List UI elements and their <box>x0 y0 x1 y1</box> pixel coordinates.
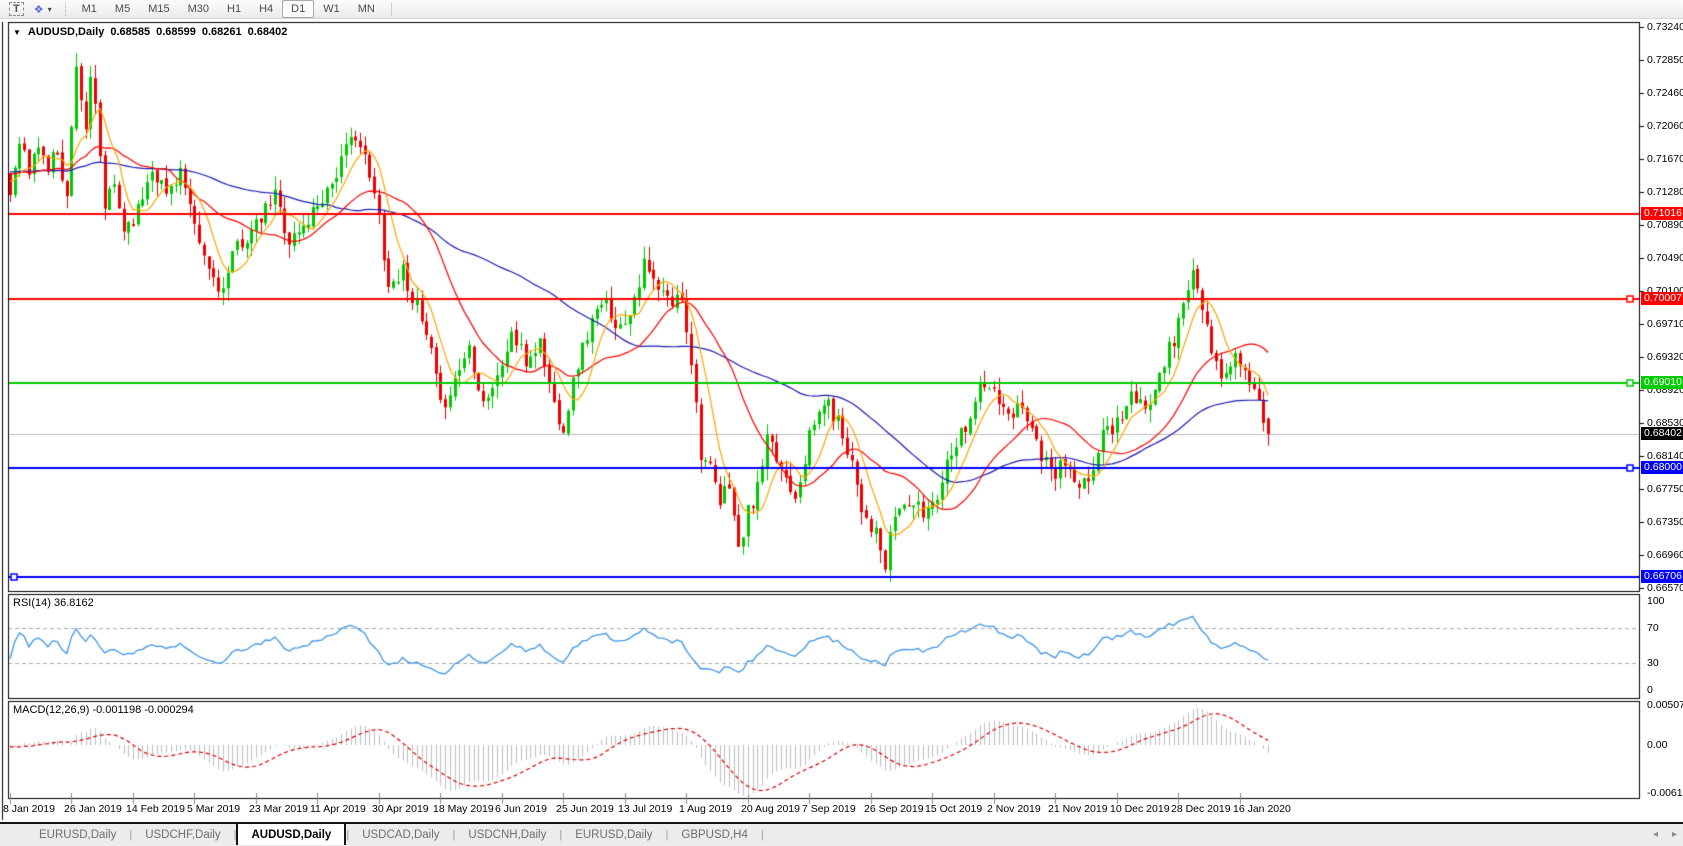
chart-tab-gbpusd-h4[interactable]: GBPUSD,H4 <box>668 826 760 845</box>
chart-tab-usdchf-daily[interactable]: USDCHF,Daily <box>132 826 233 845</box>
text-tool-icon[interactable]: T <box>9 2 24 16</box>
chart-tab-eurusd-daily[interactable]: EURUSD,Daily <box>26 826 129 845</box>
timeframe-button-h1[interactable]: H1 <box>218 0 250 18</box>
styler-icon: ❖ <box>34 3 44 16</box>
timeframe-button-m15[interactable]: M15 <box>139 0 178 18</box>
tab-scroll-left-icon[interactable]: ◂ <box>1653 829 1658 841</box>
chart-tabs: EURUSD,Daily|USDCHF,Daily|AUDUSD,Daily|U… <box>26 826 764 845</box>
timeframe-button-m5[interactable]: M5 <box>106 0 139 18</box>
toolbar-separator <box>391 3 392 16</box>
tab-divider: | <box>761 829 764 841</box>
chart-tab-eurusd-daily[interactable]: EURUSD,Daily <box>562 826 665 845</box>
chart-tab-bar: EURUSD,Daily|USDCHF,Daily|AUDUSD,Daily|U… <box>0 822 1683 846</box>
chevron-down-icon: ▾ <box>48 5 52 14</box>
mt4-chart-window: { "toolbar": { "text_tool": "T", "styler… <box>0 0 1683 846</box>
chart-tab-usdcnh-daily[interactable]: USDCNH,Daily <box>455 826 559 845</box>
timeframe-button-d1[interactable]: D1 <box>282 0 314 18</box>
timeframe-button-w1[interactable]: W1 <box>314 0 349 18</box>
timeframe-button-m30[interactable]: M30 <box>179 0 218 18</box>
tab-scroll-right-icon[interactable]: ▸ <box>1672 829 1677 841</box>
timeframe-button-h4[interactable]: H4 <box>250 0 282 18</box>
toolbar-separator <box>65 3 66 16</box>
top-toolbar: T ❖ ▾ M1M5M15M30H1H4D1W1MN <box>0 0 1683 19</box>
timeframe-button-m1[interactable]: M1 <box>73 0 106 18</box>
tab-scroll-arrows: ◂ ▸ <box>1653 829 1677 841</box>
styler-button[interactable]: ❖ ▾ <box>34 3 52 16</box>
chart-tab-audusd-daily[interactable]: AUDUSD,Daily <box>236 822 346 845</box>
chart-tab-usdcad-daily[interactable]: USDCAD,Daily <box>349 826 452 845</box>
timeframe-button-mn[interactable]: MN <box>349 0 384 18</box>
timeframe-button-group: M1M5M15M30H1H4D1W1MN <box>73 0 384 18</box>
chart-canvas[interactable] <box>0 0 1683 846</box>
